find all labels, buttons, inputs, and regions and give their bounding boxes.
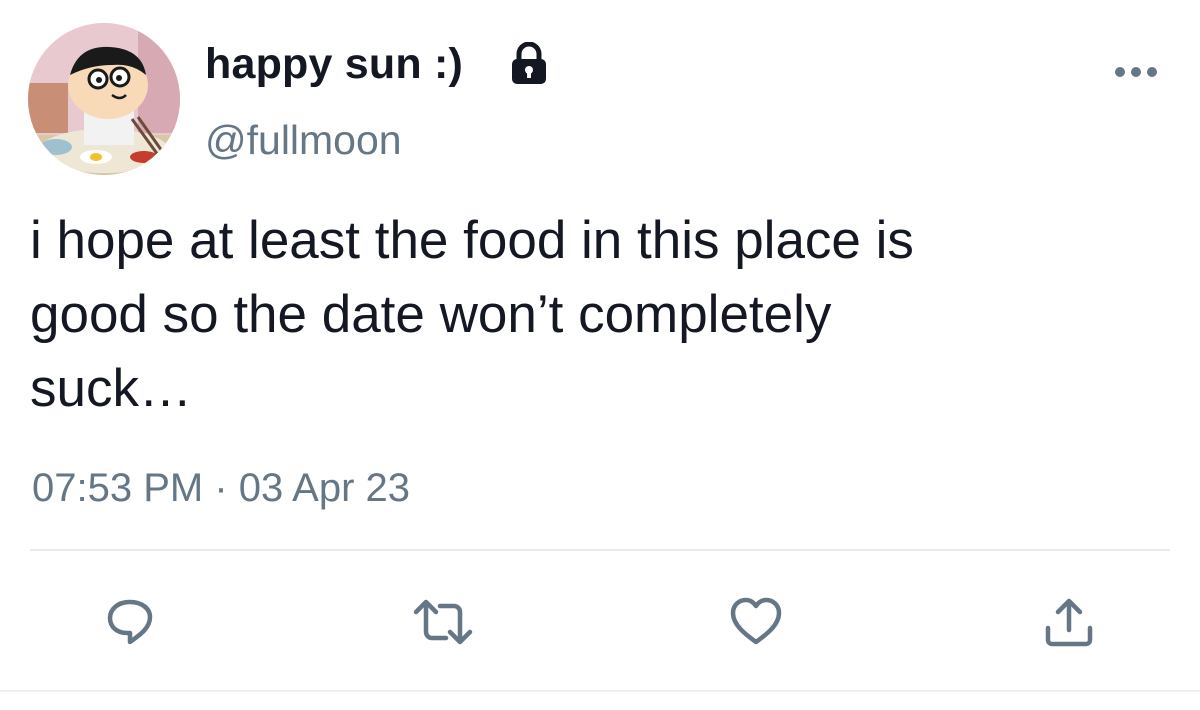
heart-icon [730, 597, 782, 645]
tweet-card: happy sun :) @fullmoon i hope at least t… [0, 0, 1200, 710]
avatar[interactable] [28, 23, 180, 175]
reply-button[interactable] [104, 596, 156, 648]
like-button[interactable] [728, 596, 782, 648]
cartoon-avatar-image [28, 23, 180, 175]
tweet-text: i hope at least the food in this place i… [30, 211, 914, 418]
user-handle[interactable]: @fullmoon [205, 117, 402, 164]
share-icon [1045, 598, 1093, 647]
retweet-icon [413, 599, 473, 645]
share-button[interactable] [1042, 596, 1094, 648]
more-icon[interactable] [1112, 60, 1160, 84]
timestamp[interactable]: 07:53 PM · 03 Apr 23 [32, 466, 410, 511]
reply-icon [107, 599, 153, 645]
display-name[interactable]: happy sun :) [205, 40, 463, 89]
retweet-button[interactable] [412, 596, 473, 648]
divider [30, 549, 1170, 551]
lock-icon [512, 42, 546, 84]
bottom-divider [0, 690, 1200, 692]
